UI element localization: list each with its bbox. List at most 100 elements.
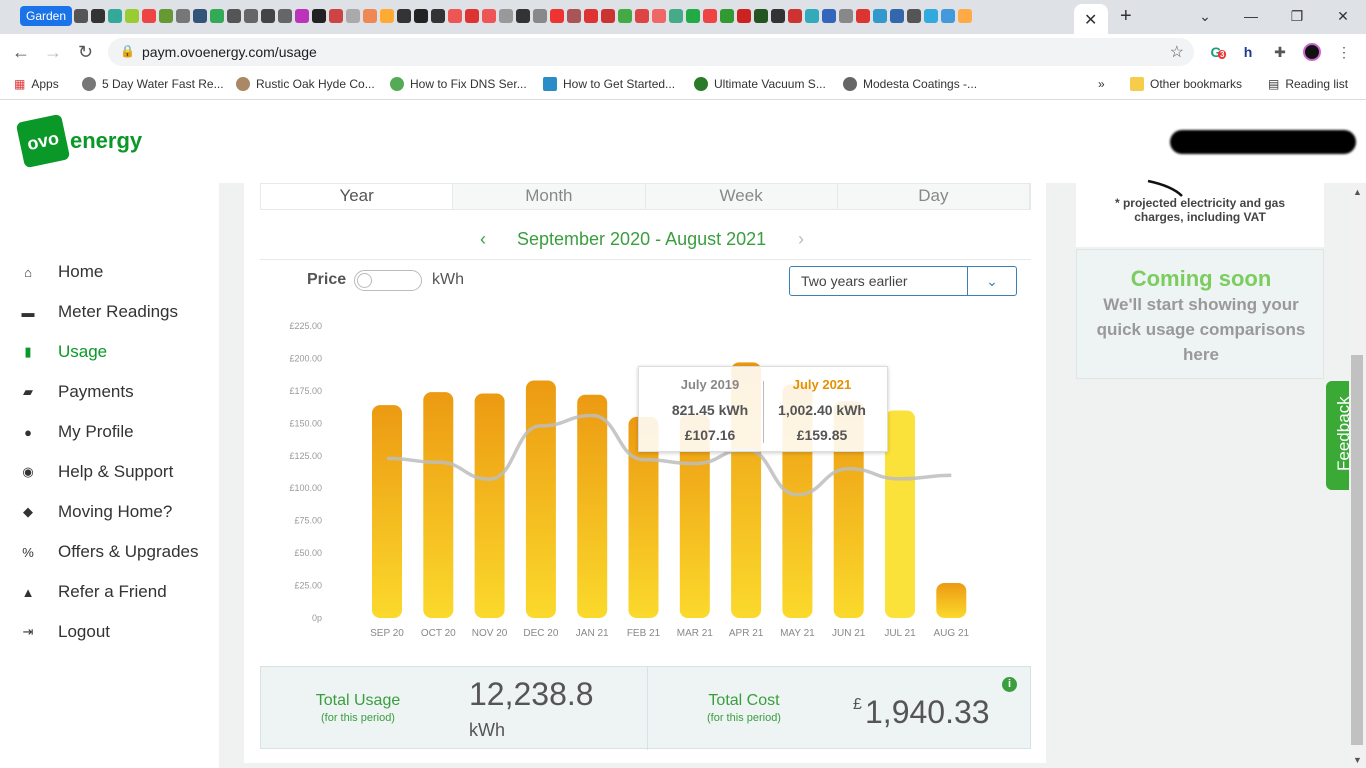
bookmark-item[interactable]: Rustic Oak Hyde Co...: [236, 77, 375, 91]
sidebar-item-payments[interactable]: ▰ Payments: [20, 382, 134, 402]
extensions-puzzle-icon[interactable]: ✚: [1270, 42, 1290, 62]
address-bar[interactable]: 🔒 paym.ovoenergy.com/usage ☆: [108, 38, 1194, 66]
x-tick-label: NOV 20: [472, 628, 508, 639]
y-tick-label: £225.00: [289, 321, 322, 331]
tooltip-current-month: July 2021: [792, 377, 852, 392]
period-label: September 2020 - August 2021: [517, 229, 767, 249]
scrollbar-thumb[interactable]: [1351, 355, 1363, 745]
sidebar-item-logout[interactable]: ⇥ Logout: [20, 622, 110, 642]
bookmark-apps[interactable]: ▦ Apps: [14, 77, 59, 91]
x-tick-label: OCT 20: [421, 628, 456, 639]
ovo-logo[interactable]: ovo energy: [15, 113, 142, 169]
forward-icon[interactable]: →: [44, 42, 62, 63]
pinned-tab-favicons[interactable]: [74, 9, 972, 23]
chevron-down-icon[interactable]: ⌄: [967, 267, 1016, 295]
usage-chart-icon: ▮: [24, 344, 32, 359]
tab-day[interactable]: Day: [837, 184, 1030, 209]
other-bookmarks[interactable]: Other bookmarks: [1130, 77, 1242, 91]
close-tab-icon[interactable]: ✕: [1084, 10, 1097, 30]
profile-avatar-icon[interactable]: [1302, 42, 1322, 62]
period-tabs: Year Month Week Day: [260, 183, 1031, 210]
tab-search-icon[interactable]: ⌄: [1182, 0, 1228, 32]
x-tick-label: DEC 20: [523, 628, 558, 639]
bookmark-item[interactable]: 5 Day Water Fast Re...: [82, 77, 224, 91]
next-period-icon[interactable]: ›: [798, 229, 804, 250]
bookmark-item[interactable]: Ultimate Vacuum S...: [694, 77, 826, 91]
tooltip-current-kwh: 1,002.40 kWh: [778, 402, 866, 418]
bookmark-item[interactable]: How to Get Started...: [543, 77, 675, 91]
stats-extension-icon[interactable]: h: [1238, 42, 1258, 62]
person-icon: ●: [24, 424, 32, 440]
usage-bar[interactable]: [885, 410, 915, 618]
comparison-select[interactable]: Two years earlier ⌄: [789, 266, 1017, 296]
info-icon[interactable]: i: [1002, 677, 1017, 692]
scroll-down-icon[interactable]: ▼: [1353, 755, 1362, 765]
tab-year[interactable]: Year: [261, 184, 454, 209]
meter-icon: ▬: [21, 304, 35, 320]
tab-group-label[interactable]: Garden: [20, 6, 73, 26]
tooltip-current: July 2021 1,002.40 kWh £159.85: [767, 377, 877, 452]
active-tab[interactable]: ✕: [1074, 4, 1108, 34]
tab-month[interactable]: Month: [453, 184, 646, 209]
x-tick-label: JUL 21: [884, 628, 916, 639]
period-navigator: ‹ September 2020 - August 2021 ›: [480, 229, 810, 251]
maximize-icon[interactable]: ❐: [1274, 0, 1320, 32]
tooltip-previous-kwh: 821.45 kWh: [671, 402, 749, 418]
kwh-toggle-label: kWh: [432, 271, 464, 288]
sidebar-item-help-support[interactable]: ◉ Help & Support: [20, 462, 173, 482]
sidebar-item-refer-friend[interactable]: ▲ Refer a Friend: [20, 582, 167, 602]
coming-soon-title: Coming soon: [1130, 266, 1272, 291]
total-cost-value: 1,940.33: [865, 694, 990, 730]
reading-list[interactable]: ▤ Reading list: [1268, 77, 1348, 91]
sidebar-item-usage[interactable]: ▮ Usage: [20, 342, 107, 362]
bookmark-item[interactable]: Modesta Coatings -...: [843, 77, 977, 91]
dns-icon: [390, 77, 404, 91]
previous-period-icon[interactable]: ‹: [480, 229, 486, 250]
scroll-up-icon[interactable]: ▲: [1353, 187, 1362, 197]
usage-bar[interactable]: [474, 393, 505, 618]
grammar-extension-icon[interactable]: G3: [1206, 42, 1227, 62]
sidebar-item-home[interactable]: ⌂ Home: [20, 262, 103, 282]
usage-bar[interactable]: [423, 392, 454, 618]
back-icon[interactable]: ←: [12, 42, 30, 63]
coatings-icon: [843, 77, 857, 91]
extension-icons: G3 h ✚ ⋮: [1206, 42, 1354, 62]
usage-bar[interactable]: [936, 582, 967, 618]
usage-bar[interactable]: [525, 380, 556, 618]
tab-week[interactable]: Week: [645, 184, 838, 209]
bookmark-star-icon[interactable]: ☆: [1170, 42, 1184, 62]
lock-icon[interactable]: 🔒: [120, 44, 135, 58]
comparison-select-value: Two years earlier: [801, 273, 908, 289]
x-tick-label: SEP 20: [370, 628, 404, 639]
bookmark-item[interactable]: How to Fix DNS Ser...: [390, 77, 527, 91]
bookmarks-bar: ▦ Apps 5 Day Water Fast Re... Rustic Oak …: [0, 70, 1366, 100]
tooltip-previous-month: July 2019: [680, 377, 740, 392]
tooltip-previous-price: £107.16: [684, 427, 736, 443]
logo-mark: ovo: [15, 113, 71, 169]
total-usage-label: Total Usage: [315, 692, 401, 709]
y-tick-label: £100.00: [289, 483, 322, 493]
projection-note: * projected electricity and gas charges,…: [1114, 196, 1286, 224]
new-tab-icon[interactable]: +: [1120, 5, 1132, 28]
usage-bar[interactable]: [372, 405, 402, 618]
price-toggle-label: Price: [307, 271, 347, 288]
tooltip-divider: [763, 381, 764, 443]
bookmarks-overflow-icon[interactable]: »: [1098, 77, 1105, 91]
window-close-icon[interactable]: ✕: [1320, 0, 1366, 32]
sidebar-item-my-profile[interactable]: ● My Profile: [20, 422, 134, 442]
url-text[interactable]: paym.ovoenergy.com/usage: [142, 44, 317, 60]
reload-icon[interactable]: ↻: [78, 42, 93, 63]
x-tick-label: AUG 21: [934, 628, 970, 639]
minimize-icon[interactable]: —: [1228, 0, 1274, 32]
sidebar-item-moving-home[interactable]: ◆ Moving Home?: [20, 502, 172, 522]
x-tick-label: JUN 21: [832, 628, 866, 639]
site-header: [0, 101, 1366, 183]
price-kwh-toggle[interactable]: [354, 270, 422, 291]
browser-tab-strip: Garden ✕ + ⌄ — ❐ ✕: [0, 0, 1366, 34]
sidebar-item-offers-upgrades[interactable]: % Offers & Upgrades: [20, 542, 198, 562]
chrome-menu-icon[interactable]: ⋮: [1334, 42, 1354, 62]
sidebar-item-meter-readings[interactable]: ▬ Meter Readings: [20, 302, 179, 322]
usage-bar[interactable]: [577, 394, 608, 618]
page-scrollbar[interactable]: ▲ ▼: [1349, 183, 1366, 768]
browser-toolbar: ← → ↻ 🔒 paym.ovoenergy.com/usage ☆: [0, 34, 1366, 70]
